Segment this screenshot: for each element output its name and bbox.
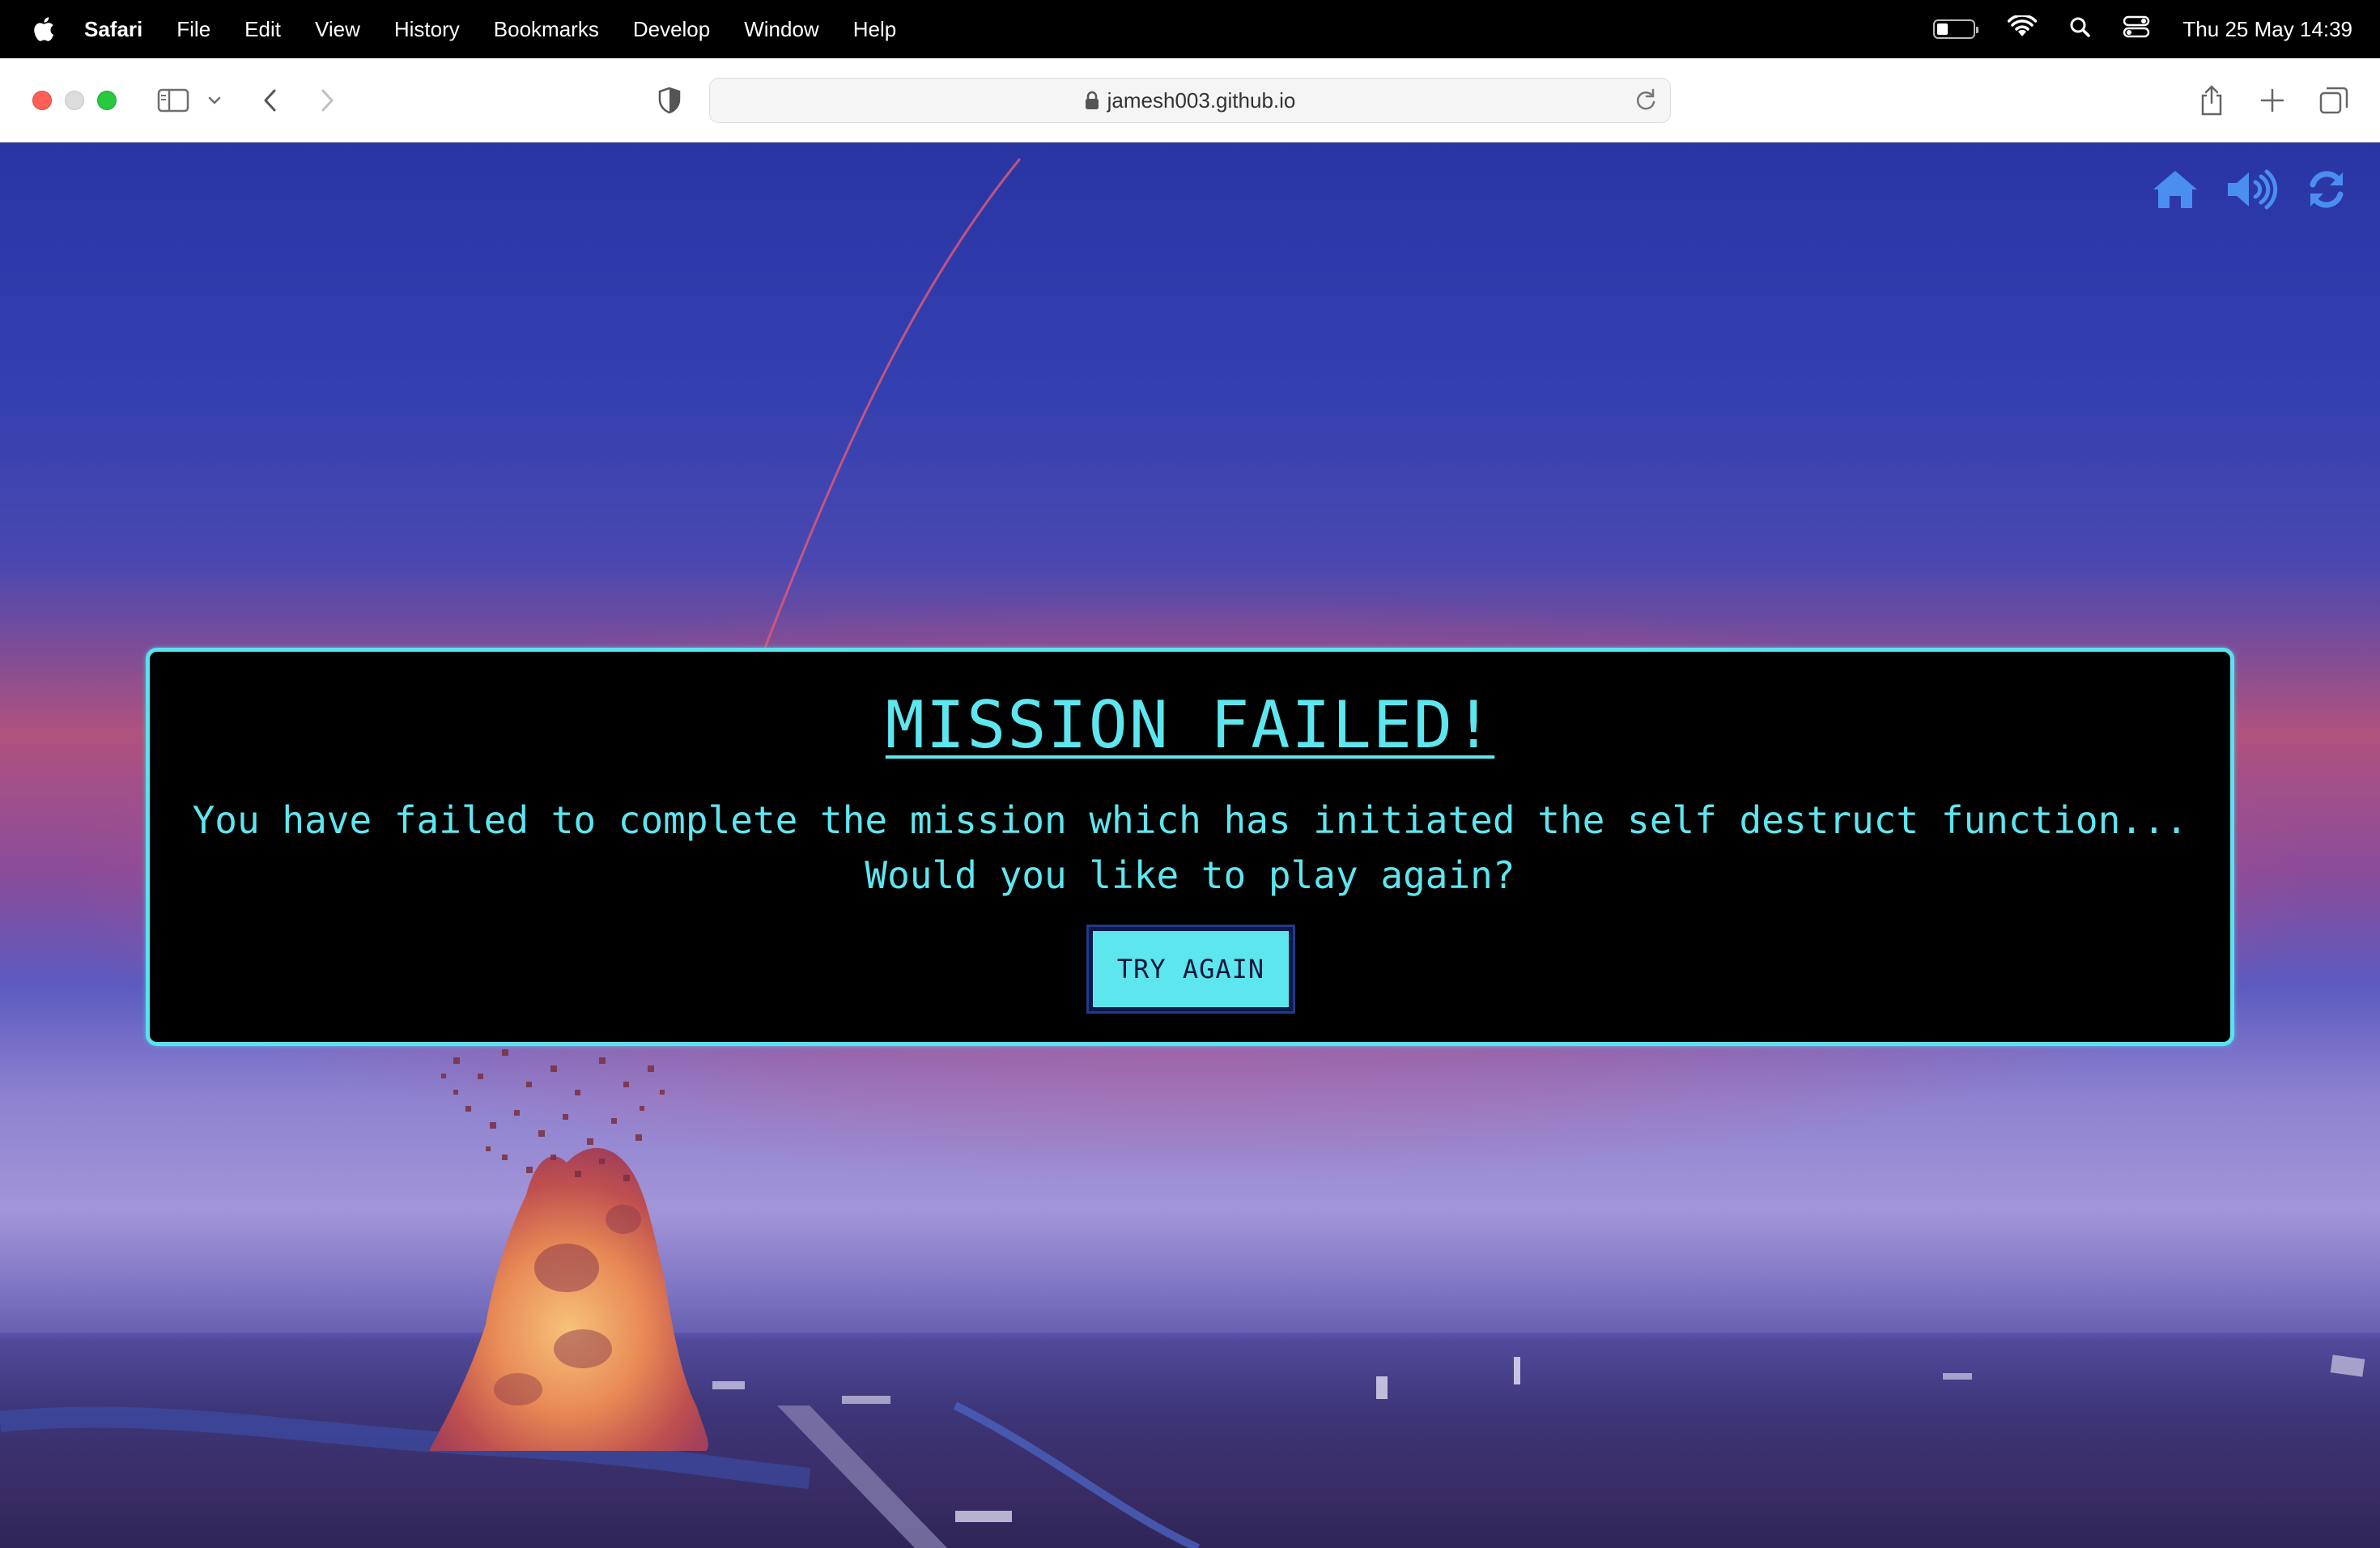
address-bar[interactable]: jamesh003.github.io <box>709 78 1671 123</box>
dialog-title: MISSION FAILED! <box>885 687 1495 763</box>
apple-logo-icon[interactable] <box>32 16 55 42</box>
window-close-button[interactable] <box>32 91 52 110</box>
macos-menu-bar: Safari File Edit View History Bookmarks … <box>0 0 2380 58</box>
menu-help[interactable]: Help <box>853 17 896 42</box>
menu-app-safari[interactable]: Safari <box>84 17 142 42</box>
hud-controls <box>2152 168 2348 211</box>
window-zoom-button[interactable] <box>97 91 117 110</box>
battery-level <box>1937 23 1949 35</box>
menu-develop[interactable]: Develop <box>633 17 710 42</box>
sidebar-toggle-icon[interactable] <box>157 83 189 118</box>
reload-icon[interactable] <box>1634 88 1657 113</box>
dialog-message-line1: You have failed to complete the mission … <box>192 798 2188 842</box>
menu-history[interactable]: History <box>394 17 460 42</box>
menu-view[interactable]: View <box>315 17 360 42</box>
wifi-icon[interactable] <box>2008 13 2038 44</box>
game-canvas[interactable]: MISSION FAILED! You have failed to compl… <box>0 142 2380 1548</box>
url-text: jamesh003.github.io <box>1107 87 1296 113</box>
menu-bookmarks[interactable]: Bookmarks <box>494 17 599 42</box>
menu-window[interactable]: Window <box>744 17 818 42</box>
lock-icon <box>1085 91 1099 110</box>
share-icon[interactable] <box>2199 83 2225 118</box>
volume-icon[interactable] <box>2226 169 2278 210</box>
home-icon[interactable] <box>2152 169 2199 210</box>
forward-arrow-icon[interactable] <box>317 83 337 118</box>
dialog-message-line2: Would you like to play again? <box>865 853 1515 897</box>
dialog-message: You have failed to complete the mission … <box>150 793 2230 903</box>
mission-failed-dialog: MISSION FAILED! You have failed to compl… <box>146 648 2234 1046</box>
menu-file[interactable]: File <box>176 17 210 42</box>
menu-bar-clock[interactable]: Thu 25 May 14:39 <box>2182 17 2352 42</box>
chevron-down-icon[interactable] <box>207 83 222 118</box>
battery-icon[interactable] <box>1933 19 1979 39</box>
window-minimize-button[interactable] <box>65 91 84 110</box>
refresh-icon[interactable] <box>2306 168 2348 211</box>
spotlight-search-icon[interactable] <box>2069 16 2091 43</box>
browser-toolbar: jamesh003.github.io <box>0 58 2380 142</box>
try-again-button[interactable]: TRY AGAIN <box>1086 925 1295 1014</box>
tab-overview-icon[interactable] <box>2318 83 2349 118</box>
menu-edit[interactable]: Edit <box>244 17 281 42</box>
control-center-icon[interactable] <box>2123 15 2150 44</box>
new-tab-plus-icon[interactable] <box>2260 83 2284 118</box>
privacy-shield-icon[interactable] <box>657 83 682 118</box>
back-arrow-icon[interactable] <box>261 83 280 118</box>
